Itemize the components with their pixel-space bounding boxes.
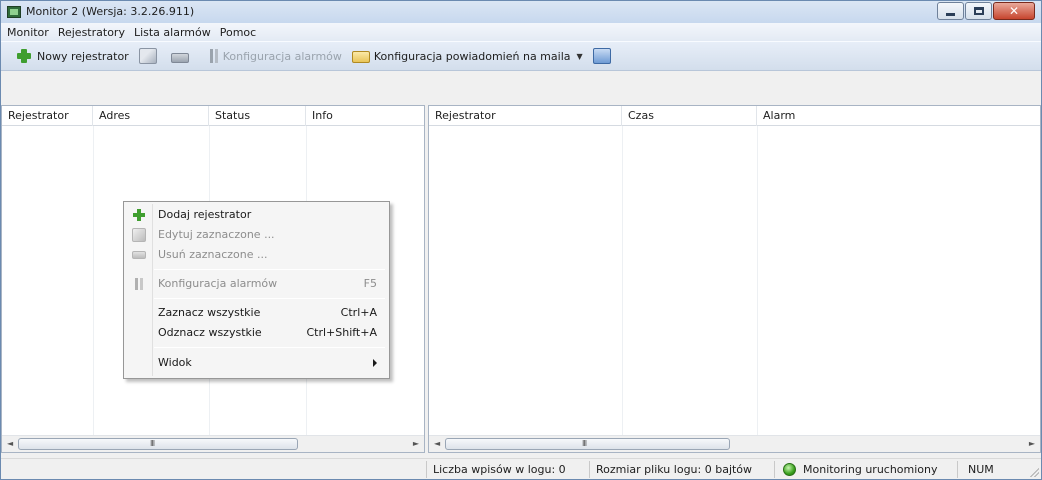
context-menu-view[interactable]: Widok <box>126 353 387 373</box>
status-bar: Liczba wpisów w logu: 0 Rozmiar pliku lo… <box>1 458 1041 479</box>
scroll-right-arrow-icon[interactable]: ► <box>1029 439 1035 448</box>
context-menu-label: Widok <box>158 356 192 369</box>
calendar-button[interactable] <box>592 48 615 64</box>
context-menu-shortcut: F5 <box>363 277 377 290</box>
context-menu-shortcut: Ctrl+Shift+A <box>306 326 377 339</box>
maximize-icon <box>973 7 984 15</box>
context-menu-select-all[interactable]: Zaznacz wszystkie Ctrl+A <box>126 303 387 323</box>
context-menu-alarm-config[interactable]: Konfiguracja alarmów F5 <box>126 274 387 294</box>
new-recorder-label: Nowy rejestrator <box>37 49 129 63</box>
monitoring-status-led-icon <box>783 463 796 476</box>
title-bar[interactable]: Monitor 2 (Wersja: 3.2.26.911) ✕ <box>1 1 1041 23</box>
status-log-entries: Liczba wpisów w logu: 0 <box>426 461 589 478</box>
maximize-button[interactable] <box>965 2 992 20</box>
close-icon: ✕ <box>1008 4 1020 18</box>
left-horizontal-scrollbar[interactable]: ◄ III ► <box>2 435 424 452</box>
alarm-config-label: Konfiguracja alarmów <box>222 49 342 63</box>
context-menu-label: Konfiguracja alarmów <box>158 277 278 290</box>
status-num-lock: NUM <box>957 461 1027 478</box>
remove-icon <box>132 251 146 259</box>
close-button[interactable]: ✕ <box>993 2 1035 20</box>
column-header-czas[interactable]: Czas <box>622 106 757 126</box>
app-window: Monitor 2 (Wersja: 3.2.26.911) ✕ Monitor… <box>0 0 1042 480</box>
context-menu-edit-selected[interactable]: Edytuj zaznaczone ... <box>126 225 387 245</box>
column-divider <box>757 126 758 435</box>
context-menu: Dodaj rejestrator Edytuj zaznaczone ... … <box>123 201 390 379</box>
menu-lista-alarmow[interactable]: Lista alarmów <box>134 26 211 39</box>
column-header-rejestrator[interactable]: Rejestrator <box>429 106 622 126</box>
column-divider <box>93 126 94 435</box>
context-menu-separator <box>154 298 385 299</box>
context-menu-separator <box>154 347 385 348</box>
alarm-config-button[interactable]: Konfiguracja alarmów <box>209 48 342 64</box>
scrollbar-grip: III <box>582 439 587 448</box>
edit-recorder-button[interactable] <box>138 48 161 64</box>
email-config-dropdown-arrow-icon[interactable]: ▼ <box>577 52 583 61</box>
remove-recorder-button[interactable] <box>170 50 193 63</box>
context-menu-label: Usuń zaznaczone ... <box>158 248 268 261</box>
context-menu-separator <box>154 269 385 270</box>
edit-icon <box>138 48 157 64</box>
toolbar: Nowy rejestrator Konfiguracja alarmów Ko… <box>1 41 1041 71</box>
status-log-size: Rozmiar pliku logu: 0 bajtów <box>589 461 774 478</box>
email-config-button[interactable]: Konfiguracja powiadomień na maila <box>351 49 571 63</box>
context-menu-label: Zaznacz wszystkie <box>158 306 261 319</box>
minimize-button[interactable] <box>937 2 964 20</box>
menu-monitor[interactable]: Monitor <box>7 26 49 39</box>
status-monitoring-label: Monitoring uruchomiony <box>803 463 938 476</box>
column-divider <box>622 126 623 435</box>
scrollbar-thumb[interactable]: III <box>18 438 298 450</box>
scrollbar-grip: III <box>150 439 155 448</box>
menu-bar: Monitor Rejestratory Lista alarmów Pomoc <box>1 23 1041 41</box>
recorders-list-header: Rejestrator Adres Status Info <box>2 106 424 126</box>
column-header-alarm[interactable]: Alarm <box>757 106 1040 126</box>
status-monitoring: Monitoring uruchomiony <box>774 461 957 478</box>
column-header-rejestrator[interactable]: Rejestrator <box>2 106 93 126</box>
tools-icon <box>132 277 146 291</box>
scrollbar-thumb[interactable]: III <box>445 438 730 450</box>
new-recorder-button[interactable]: Nowy rejestrator <box>15 48 129 64</box>
column-header-adres[interactable]: Adres <box>93 106 209 126</box>
mail-icon <box>351 51 370 63</box>
remove-icon <box>170 52 189 63</box>
column-header-info[interactable]: Info <box>306 106 424 126</box>
window-title: Monitor 2 (Wersja: 3.2.26.911) <box>26 5 195 18</box>
edit-icon <box>132 228 146 242</box>
scroll-left-arrow-icon[interactable]: ◄ <box>434 439 440 448</box>
context-menu-label: Dodaj rejestrator <box>158 208 252 221</box>
right-horizontal-scrollbar[interactable]: ◄ III ► <box>429 435 1040 452</box>
calendar-icon <box>592 48 611 64</box>
add-icon <box>15 48 33 64</box>
context-menu-label: Edytuj zaznaczone ... <box>158 228 275 241</box>
email-config-label: Konfiguracja powiadomień na maila <box>373 49 571 63</box>
alarms-list-header: Rejestrator Czas Alarm <box>429 106 1040 126</box>
menu-pomoc[interactable]: Pomoc <box>220 26 256 39</box>
context-menu-deselect-all[interactable]: Odznacz wszystkie Ctrl+Shift+A <box>126 323 387 343</box>
resize-grip-icon[interactable] <box>1029 467 1039 477</box>
context-menu-remove-selected[interactable]: Usuń zaznaczone ... <box>126 245 387 265</box>
context-menu-shortcut: Ctrl+A <box>340 306 377 319</box>
context-menu-label: Odznacz wszystkie <box>158 326 262 339</box>
context-menu-add-recorder[interactable]: Dodaj rejestrator <box>126 205 387 225</box>
tools-icon <box>209 48 219 64</box>
submenu-arrow-icon <box>373 359 377 367</box>
monitor-app-icon <box>7 6 21 18</box>
add-icon <box>132 208 146 222</box>
menu-rejestratory[interactable]: Rejestratory <box>58 26 125 39</box>
alarms-list[interactable]: Rejestrator Czas Alarm ◄ III ► <box>428 105 1041 453</box>
minimize-icon <box>946 12 955 16</box>
scroll-left-arrow-icon[interactable]: ◄ <box>7 439 13 448</box>
scroll-right-arrow-icon[interactable]: ► <box>413 439 419 448</box>
column-header-status[interactable]: Status <box>209 106 306 126</box>
